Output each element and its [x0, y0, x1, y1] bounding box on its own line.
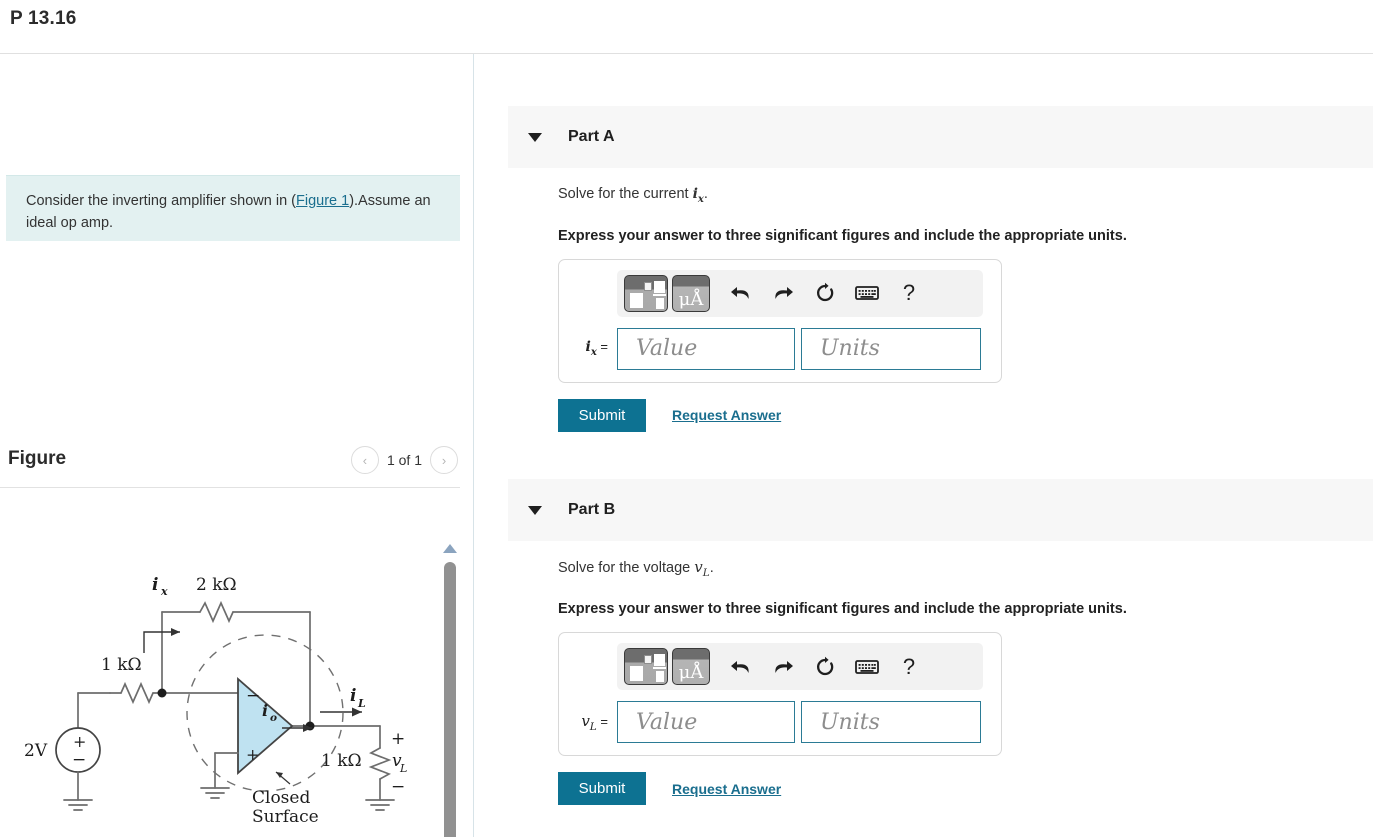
chevron-down-icon-b[interactable] [528, 505, 542, 515]
closed-surface-label-line2: Surface [252, 807, 319, 827]
part-body-a: Solve for the current ix. Express your a… [558, 184, 1373, 432]
part-label-a: Part A [568, 128, 615, 145]
prompt-symbol-a: ix [692, 186, 704, 205]
ix-label: i [152, 575, 158, 595]
scroll-up-arrow-icon[interactable] [443, 544, 457, 553]
part-header-b[interactable]: Part B [508, 479, 1373, 541]
undo-icon-a[interactable] [720, 278, 762, 308]
source-label: 2V [24, 741, 48, 761]
figure-page-label: 1 of 1 [386, 452, 422, 468]
keyboard-icon-a[interactable] [846, 278, 888, 308]
value-input-b[interactable]: Value [617, 701, 795, 743]
math-toolbar-b: μÅ ? [617, 643, 983, 690]
part-header-a[interactable]: Part A [508, 106, 1373, 168]
part-label-b: Part B [568, 501, 616, 518]
top-bar: P 13.16 [0, 0, 1373, 54]
redo-icon-a[interactable] [762, 278, 804, 308]
source-plus-sign: + [73, 732, 86, 751]
source-minus-sign: − [72, 750, 86, 770]
io-label: i [262, 701, 268, 720]
redo-icon-b[interactable] [762, 652, 804, 682]
problem-statement-text: Consider the inverting amplifier shown i… [26, 190, 442, 234]
units-input-b[interactable]: Units [801, 701, 981, 743]
circuit-diagram: − + + − 2V 1 kΩ 2 kΩ 1 kΩ i x i o i L v … [0, 548, 436, 837]
problem-statement-box: Consider the inverting amplifier shown i… [6, 175, 460, 241]
figure-viewport: − + + − 2V 1 kΩ 2 kΩ 1 kΩ i x i o i L v … [0, 488, 436, 837]
part-actions-b: Submit Request Answer [558, 772, 1373, 805]
left-panel: Consider the inverting amplifier shown i… [0, 54, 474, 837]
ix-label-sub: x [160, 585, 168, 598]
answer-field-row-b: vL = Value Units [571, 701, 989, 743]
part-instruction-b: Express your answer to three significant… [558, 601, 1127, 617]
units-micro-angstrom-icon-b[interactable]: μÅ [672, 648, 710, 685]
math-template-icon-a[interactable] [624, 274, 668, 312]
vL-minus-sign: − [391, 777, 405, 797]
opamp-noninverting-sign: + [246, 745, 259, 764]
request-answer-link-a[interactable]: Request Answer [672, 407, 781, 423]
figure-header: Figure ‹ 1 of 1 › [0, 440, 474, 487]
iL-label: i [350, 686, 356, 706]
statement-before: Consider the inverting amplifier shown i… [26, 193, 296, 209]
part-instruction-a: Express your answer to three significant… [558, 227, 1127, 244]
answer-equation-label-a: ix = [585, 339, 608, 359]
answer-box-a: μÅ ? ix = Value Units [558, 258, 1002, 383]
circuit-svg: − + + − 2V 1 kΩ 2 kΩ 1 kΩ i x i o i L v … [24, 575, 407, 827]
part-body-b: Solve for the voltage vL. Express your a… [558, 557, 1373, 805]
node-dot-input [157, 688, 167, 698]
prompt-period-a: . [703, 186, 708, 202]
right-panel: Part A Solve for the current ix. Express… [475, 54, 1373, 837]
units-input-a[interactable]: Units [801, 327, 981, 370]
part-prompt-a: Solve for the current ix. [558, 184, 1373, 210]
load-resistor-label: 1 kΩ [321, 751, 362, 771]
problem-page: P 13.16 Consider the inverting amplifier… [0, 0, 1373, 837]
prompt-period-b: . [709, 560, 714, 576]
vL-label-sub: L [399, 762, 407, 775]
math-toolbar-a: μÅ ? [617, 269, 983, 317]
scrollbar-track[interactable] [444, 562, 456, 837]
feedback-resistor-label: 2 kΩ [196, 575, 237, 595]
help-icon-a[interactable]: ? [888, 278, 930, 308]
opamp-inverting-sign: − [246, 686, 260, 706]
answer-box-b: μÅ ? vL = Value Units [558, 632, 1002, 756]
io-label-sub: o [270, 712, 277, 724]
answer-field-row-a: ix = Value Units [571, 327, 989, 370]
help-icon-b[interactable]: ? [888, 652, 930, 682]
submit-button-b[interactable]: Submit [558, 772, 646, 805]
figure-1-link[interactable]: Figure 1 [296, 193, 349, 209]
ground-symbols [63, 787, 395, 811]
undo-icon-b[interactable] [720, 652, 762, 682]
figure-title: Figure [8, 448, 67, 469]
part-actions-a: Submit Request Answer [558, 398, 1373, 432]
submit-button-a[interactable]: Submit [558, 398, 646, 432]
figure-pager: ‹ 1 of 1 › [350, 446, 458, 474]
value-input-a[interactable]: Value [617, 327, 795, 370]
prev-figure-button[interactable]: ‹ [350, 446, 379, 474]
figure-scrollbar[interactable] [438, 488, 462, 837]
vL-plus-sign: + [391, 729, 405, 749]
closed-surface-label-line1: Closed [252, 788, 310, 808]
part-prompt-b: Solve for the voltage vL. [558, 557, 1373, 583]
reset-icon-a[interactable] [804, 278, 846, 308]
input-resistor-label: 1 kΩ [101, 655, 142, 675]
prompt-symbol-b: vL [694, 558, 710, 579]
chevron-down-icon-a[interactable] [528, 132, 542, 142]
next-figure-button[interactable]: › [430, 446, 458, 474]
request-answer-link-b[interactable]: Request Answer [672, 781, 781, 797]
prompt-text-a: Solve for the current [558, 186, 693, 202]
page-title: P 13.16 [10, 8, 77, 29]
answer-equation-label-b: vL = [581, 711, 608, 733]
iL-label-sub: L [357, 697, 366, 710]
prompt-text-b: Solve for the voltage [558, 560, 695, 576]
math-template-icon-b[interactable] [624, 648, 668, 685]
reset-icon-b[interactable] [804, 652, 846, 682]
keyboard-icon-b[interactable] [846, 652, 888, 682]
scrollbar-thumb[interactable] [444, 562, 456, 837]
units-micro-angstrom-icon-a[interactable]: μÅ [672, 274, 710, 312]
